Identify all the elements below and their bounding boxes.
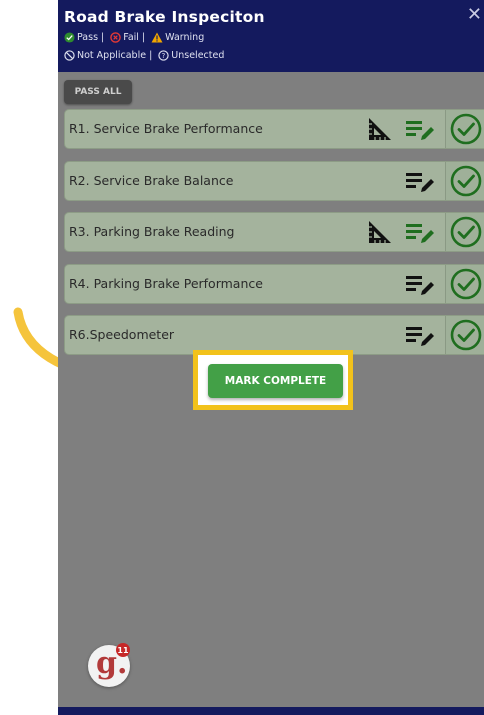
pass-check-icon (450, 113, 482, 145)
pass-status-toggle[interactable] (445, 265, 484, 303)
inspection-item-label: R2. Service Brake Balance (69, 173, 234, 188)
notes-edit-icon[interactable] (405, 221, 435, 245)
inspection-panel: Road Brake Inspeciton ✕ Pass | Fail | Wa… (58, 0, 484, 715)
not-applicable-icon (64, 50, 75, 61)
notes-edit-icon[interactable] (405, 324, 435, 348)
panel-header: Road Brake Inspeciton ✕ Pass | Fail | Wa… (58, 0, 484, 72)
inspection-item-row[interactable]: R1. Service Brake Performance (64, 109, 484, 149)
inspection-item-label: R3. Parking Brake Reading (69, 224, 235, 239)
measurement-ruler-icon[interactable] (367, 219, 393, 245)
fail-icon (110, 32, 122, 43)
notes-edit-icon[interactable] (405, 273, 435, 297)
app-logo[interactable]: g. 11 (88, 643, 130, 687)
pass-check-icon (450, 165, 482, 197)
legend-pass-label: Pass | (77, 32, 105, 43)
pass-check-icon (450, 216, 482, 248)
pass-check-icon (450, 319, 482, 351)
inspection-item-label: R1. Service Brake Performance (69, 121, 263, 136)
inspection-item-row[interactable]: R6.Speedometer (64, 315, 484, 355)
inspection-item-row[interactable]: R2. Service Brake Balance (64, 161, 484, 201)
pass-icon (64, 32, 75, 43)
inspection-item-label: R4. Parking Brake Performance (69, 276, 263, 291)
pass-status-toggle[interactable] (445, 110, 484, 148)
measurement-ruler-icon[interactable] (367, 116, 393, 142)
legend-line-2: Not Applicable | ? Unselected (64, 50, 224, 61)
legend-not-applicable-label: Not Applicable | (77, 50, 153, 61)
mark-complete-button[interactable]: MARK COMPLETE (208, 364, 343, 398)
svg-text:?: ? (162, 52, 166, 60)
notification-badge: 11 (116, 643, 130, 657)
warning-icon (151, 32, 163, 43)
close-icon[interactable]: ✕ (467, 6, 482, 24)
legend-fail-label: Fail | (123, 32, 146, 43)
pass-status-toggle[interactable] (445, 316, 484, 354)
notes-edit-icon[interactable] (405, 170, 435, 194)
inspection-item-label: R6.Speedometer (69, 327, 175, 342)
notes-edit-icon[interactable] (405, 118, 435, 142)
legend-unselected-label: Unselected (171, 50, 225, 61)
pass-status-toggle[interactable] (445, 162, 484, 200)
legend-line-1: Pass | Fail | Warning (64, 32, 204, 43)
pass-status-toggle[interactable] (445, 213, 484, 251)
pass-check-icon (450, 268, 482, 300)
legend-warning-label: Warning (165, 32, 205, 43)
pass-all-button[interactable]: PASS ALL (64, 80, 132, 104)
footer-bar (58, 707, 484, 715)
page-title: Road Brake Inspeciton (64, 8, 265, 26)
inspection-item-row[interactable]: R3. Parking Brake Reading (64, 212, 484, 252)
unselected-icon: ? (158, 50, 169, 61)
inspection-item-row[interactable]: R4. Parking Brake Performance (64, 264, 484, 304)
